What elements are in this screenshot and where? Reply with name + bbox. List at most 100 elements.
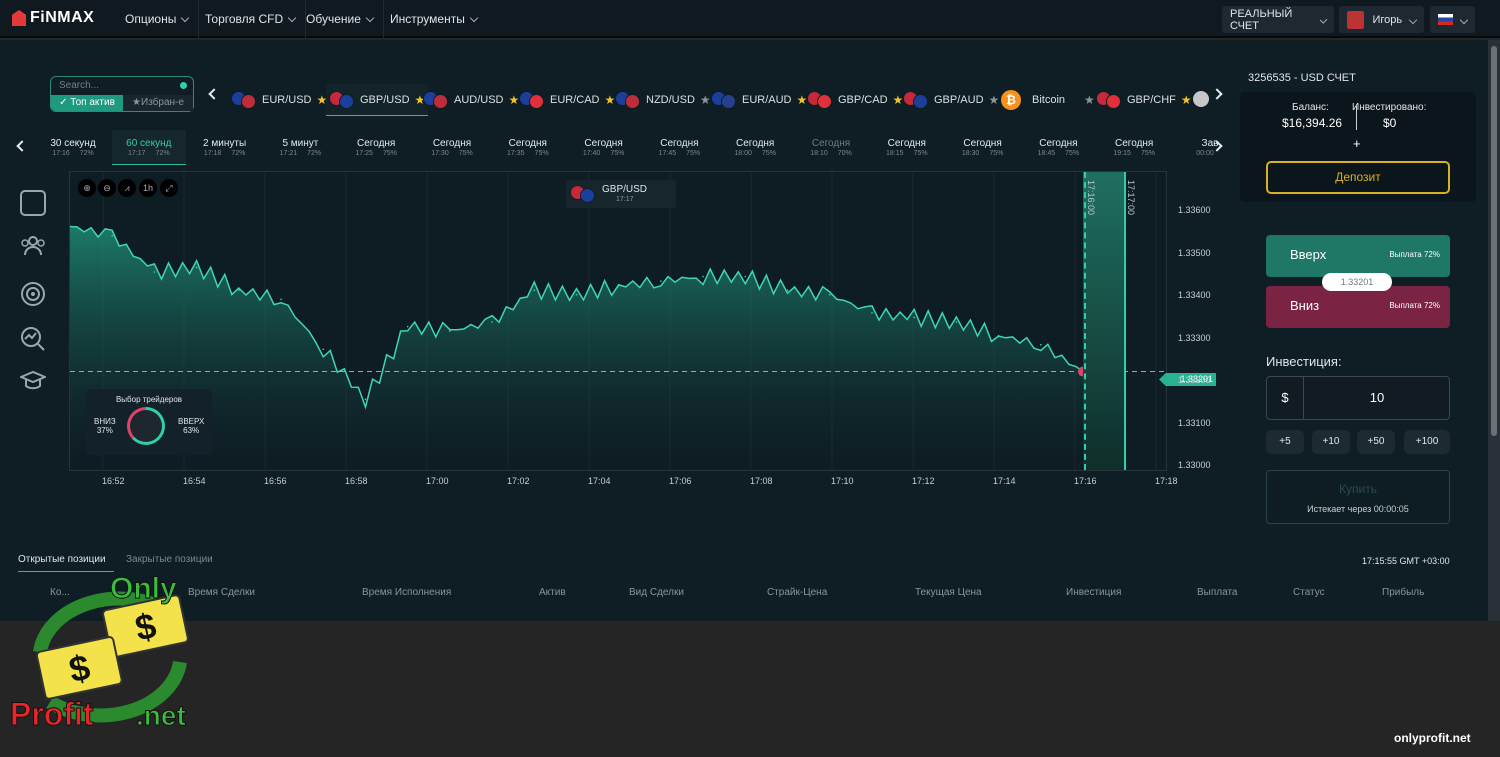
bitcoin-icon: ₿ xyxy=(1001,90,1021,110)
nav-cfd[interactable]: Торговля CFD xyxy=(195,0,307,38)
star-icon[interactable]: ★ xyxy=(1181,93,1192,107)
users-icon[interactable] xyxy=(20,234,46,256)
expiry-option[interactable]: Сегодня 17:40 75% xyxy=(567,130,641,165)
pair-eurusd[interactable]: EUR/USD ★ xyxy=(231,84,327,116)
expiry-payout: 72% xyxy=(231,150,246,157)
pair-audusd[interactable]: AUD/USD ★ xyxy=(423,84,519,116)
column-header[interactable]: Актив xyxy=(539,587,566,598)
next-asset-icon[interactable] xyxy=(1193,91,1209,107)
tab-closed-positions[interactable]: Закрытые позиции xyxy=(126,554,213,565)
expiry-time: 17:40 xyxy=(582,150,601,157)
column-header[interactable]: Время Сделки xyxy=(188,587,255,598)
tab-top-assets[interactable]: ✓ Топ актив xyxy=(51,95,123,111)
top-bar: FiNMAX Опционы Торговля CFD Обучение Инс… xyxy=(0,0,1500,38)
pair-gbpaud[interactable]: GBP/AUD ★ xyxy=(903,84,999,116)
expiry-payout: 70% xyxy=(837,150,852,157)
expiry-time: 17:30 xyxy=(431,150,449,157)
star-icon[interactable]: ★ xyxy=(700,93,711,107)
star-icon[interactable]: ★ xyxy=(605,93,616,107)
flag-icon xyxy=(1096,91,1122,109)
expiry-option[interactable]: 2 минуты 17:18 72% xyxy=(188,130,262,165)
scrollbar[interactable] xyxy=(1488,40,1500,621)
pair-gbpcad[interactable]: GBP/CAD ★ xyxy=(807,84,903,116)
expiry-option[interactable]: Сегодня 17:35 75% xyxy=(491,130,565,165)
flag-icon xyxy=(615,91,641,109)
price-chart[interactable] xyxy=(69,171,1167,471)
expiry-zone xyxy=(1083,172,1127,470)
expiry-option[interactable]: 5 минут 17:21 72% xyxy=(263,130,337,165)
brand-logo[interactable]: FiNMAX xyxy=(12,9,94,27)
expiry-option[interactable]: Сегодня 17:25 75% xyxy=(339,130,413,165)
wallet-icon[interactable] xyxy=(20,190,46,216)
zoom-in-icon[interactable]: ⊕ xyxy=(78,179,96,197)
nav-education[interactable]: Обучение xyxy=(296,0,384,38)
column-header[interactable]: Прибыль xyxy=(1382,587,1424,598)
quick-add-100-button[interactable]: +100 xyxy=(1404,430,1450,454)
star-icon[interactable]: ★ xyxy=(797,93,808,107)
invested-value: $0 xyxy=(1383,116,1397,130)
deposit-button[interactable]: Депозит xyxy=(1266,161,1450,194)
star-icon[interactable]: ★ xyxy=(989,93,1000,107)
column-header[interactable]: Вид Сделки xyxy=(629,587,684,598)
flag-icon xyxy=(329,90,355,109)
expand-plus-icon[interactable]: + xyxy=(1353,136,1361,151)
chart-canvas[interactable] xyxy=(70,172,1167,471)
buy-button[interactable]: Купить Истекает через 00:00:05 xyxy=(1266,470,1450,524)
pair-gbpusd[interactable]: GBP/USD ★ xyxy=(326,84,429,116)
pair-nzdusd[interactable]: NZD/USD ★ xyxy=(615,84,711,116)
column-header[interactable]: Время Исполнения xyxy=(362,587,451,598)
expiry-option[interactable]: Сегодня 19:15 75% xyxy=(1097,130,1171,165)
nav-tools[interactable]: Инструменты xyxy=(380,0,487,38)
search-input[interactable]: Search... xyxy=(59,80,99,91)
price-point xyxy=(322,348,325,351)
time-tick: 17:04 xyxy=(588,476,611,486)
investment-amount[interactable]: 10 xyxy=(1305,377,1449,419)
pair-bitcoin[interactable]: ₿ Bitcoin ★ xyxy=(1001,84,1095,116)
expiry-payout: 72% xyxy=(307,150,322,157)
expiry-option[interactable]: Сегодня 17:45 75% xyxy=(642,130,716,165)
expiry-option[interactable]: Сегодня 18:00 75% xyxy=(718,130,792,165)
asset-search[interactable]: Search... ✓ Топ актив ★Избран-е xyxy=(50,76,194,112)
price-tick: 1.33200 xyxy=(1178,375,1211,385)
pair-gbpchf[interactable]: GBP/CHF ★ xyxy=(1096,84,1192,116)
star-icon[interactable]: ★ xyxy=(1084,93,1095,107)
expiry-time: 17:35 xyxy=(507,150,525,157)
quick-add-50-button[interactable]: +50 xyxy=(1357,430,1395,454)
put-down-button[interactable]: Вниз Выплата 72% xyxy=(1266,286,1450,328)
pair-euraud[interactable]: EUR/AUD ★ xyxy=(711,84,807,116)
analytics-search-icon[interactable] xyxy=(20,326,46,352)
fullscreen-icon[interactable]: ⤢ xyxy=(160,179,178,197)
column-header[interactable]: Текущая Цена xyxy=(915,587,982,598)
nav-options[interactable]: Опционы xyxy=(115,0,200,38)
account-type-button[interactable]: РЕАЛЬНЫЙ СЧЕТ xyxy=(1222,6,1334,33)
expiry-option[interactable]: 60 секунд 17:17 72% xyxy=(111,130,186,165)
user-menu[interactable]: Игорь xyxy=(1339,6,1424,33)
chart-type-icon[interactable]: ⩘ xyxy=(118,179,136,197)
expiry-option[interactable]: Зав 00:00 xyxy=(1173,130,1247,165)
expiry-option[interactable]: Сегодня 18:30 75% xyxy=(946,130,1020,165)
star-icon[interactable]: ★ xyxy=(509,93,520,107)
zoom-out-icon[interactable]: ⊖ xyxy=(98,179,116,197)
target-icon[interactable] xyxy=(20,281,46,307)
column-header[interactable]: Страйк-Цена xyxy=(767,587,827,598)
column-header[interactable]: Статус xyxy=(1293,587,1325,598)
column-header[interactable]: Инвестиция xyxy=(1066,587,1121,598)
expiry-option[interactable]: 30 секунд 17:16 72% xyxy=(36,130,110,165)
language-button[interactable] xyxy=(1430,6,1475,33)
expiry-option[interactable]: Сегодня 18:45 75% xyxy=(1021,130,1095,165)
timeframe-button[interactable]: 1h xyxy=(139,179,157,197)
column-header[interactable]: Ко... xyxy=(50,587,70,598)
tab-open-positions[interactable]: Открытые позиции xyxy=(18,554,114,572)
investment-input[interactable]: $ 10 xyxy=(1266,376,1450,420)
star-icon[interactable]: ★ xyxy=(893,93,904,107)
quick-add-5-button[interactable]: +5 xyxy=(1266,430,1304,454)
expiry-option[interactable]: Сегодня 18:10 70% xyxy=(794,130,868,165)
education-icon[interactable] xyxy=(18,370,48,392)
tab-favorites[interactable]: ★Избран-е xyxy=(123,95,193,111)
column-header[interactable]: Выплата xyxy=(1197,587,1237,598)
expiry-option[interactable]: Сегодня 17:30 75% xyxy=(415,130,489,165)
call-up-button[interactable]: Вверх Выплата 72% xyxy=(1266,235,1450,277)
quick-add-10-button[interactable]: +10 xyxy=(1312,430,1350,454)
expiry-option[interactable]: Сегодня 18:15 75% xyxy=(870,130,944,165)
pair-eurcad[interactable]: EUR/CAD ★ xyxy=(519,84,615,116)
